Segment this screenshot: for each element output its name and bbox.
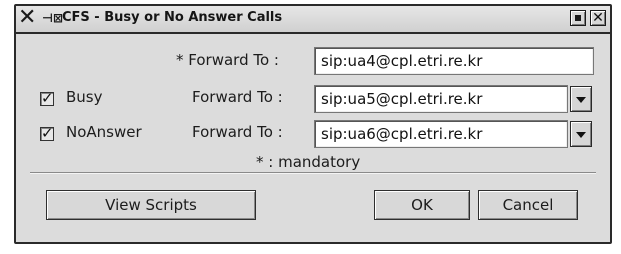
busy-checkbox[interactable]: ✓ xyxy=(40,89,54,107)
mandatory-forward-input[interactable]: sip:ua4@cpl.etri.re.kr xyxy=(314,47,594,75)
chevron-down-icon xyxy=(576,132,586,138)
noanswer-checkbox[interactable]: ✓ xyxy=(40,124,54,142)
noanswer-forward-combobox[interactable]: sip:ua6@cpl.etri.re.kr xyxy=(314,120,568,148)
noanswer-forward-label: Forward To : xyxy=(192,123,283,141)
ok-button[interactable]: OK xyxy=(374,190,470,220)
checkmark-icon: ✓ xyxy=(41,89,54,107)
x-window-icon[interactable]: ✕ xyxy=(18,7,40,30)
checkmark-icon: ✓ xyxy=(41,124,54,142)
busy-forward-label: Forward To : xyxy=(192,88,283,106)
minimize-icon xyxy=(575,15,581,21)
view-scripts-button[interactable]: View Scripts xyxy=(46,190,256,220)
cfs-dialog-window: ✕ ⊣⊠ CFS - Busy or No Answer Calls ✕ * F… xyxy=(14,4,612,244)
mandatory-note: * : mandatory xyxy=(256,153,361,171)
noanswer-checkbox-label[interactable]: NoAnswer xyxy=(66,123,142,141)
busy-checkbox-label[interactable]: Busy xyxy=(66,88,103,106)
close-icon: ✕ xyxy=(592,10,604,26)
window-title: CFS - Busy or No Answer Calls xyxy=(62,10,283,25)
close-button[interactable]: ✕ xyxy=(590,10,606,26)
noanswer-dropdown-button[interactable] xyxy=(570,121,592,147)
cancel-button[interactable]: Cancel xyxy=(478,190,578,220)
chevron-down-icon xyxy=(576,97,586,103)
mandatory-forward-label: * Forward To : xyxy=(176,51,279,69)
separator xyxy=(30,172,596,174)
busy-dropdown-button[interactable] xyxy=(570,86,592,112)
title-bar[interactable]: ✕ ⊣⊠ CFS - Busy or No Answer Calls ✕ xyxy=(16,6,610,34)
busy-forward-combobox[interactable]: sip:ua5@cpl.etri.re.kr xyxy=(314,85,568,113)
pin-icon[interactable]: ⊣⊠ xyxy=(42,11,63,25)
minimize-button[interactable] xyxy=(570,10,586,26)
